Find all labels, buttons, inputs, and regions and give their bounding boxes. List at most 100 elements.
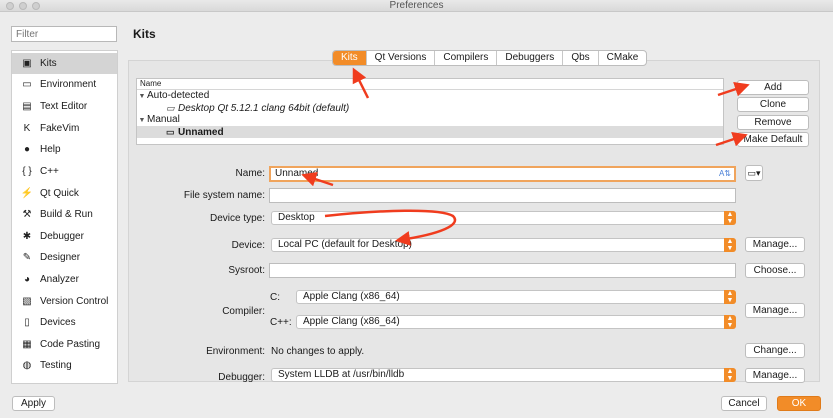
- monitor-icon: ▭▾: [747, 168, 761, 178]
- apply-button[interactable]: Apply: [12, 396, 55, 411]
- tree-group-label: Manual: [147, 114, 180, 125]
- sidebar-item-label: Analyzer: [40, 274, 79, 285]
- code-pasting-icon: ▦: [22, 339, 32, 350]
- chevron-updown-icon: ▲ ▼: [724, 290, 736, 304]
- environment-label: Environment:: [206, 346, 265, 357]
- tree-group-auto-detected[interactable]: ▼ Auto-detected: [137, 90, 723, 102]
- add-kit-button[interactable]: Add: [737, 80, 809, 95]
- bug-icon: ✱: [22, 231, 32, 242]
- monitor-icon: ▭: [166, 103, 175, 113]
- sidebar-item-label: Kits: [40, 58, 57, 69]
- tree-group-manual[interactable]: ▼ Manual: [137, 114, 723, 126]
- variable-chooser-icon[interactable]: A⇅: [719, 168, 731, 179]
- sidebar-item-help[interactable]: ● Help: [12, 139, 117, 160]
- kit-tree: Name ▼ Auto-detected ▭ Desktop Qt 5.12.1 c…: [136, 78, 724, 145]
- sidebar-item-debugger[interactable]: ✱ Debugger: [12, 226, 117, 247]
- kit-row-desktop-qt[interactable]: ▭ Desktop Qt 5.12.1 clang 64bit (default): [137, 102, 723, 114]
- monitor-icon: ▭: [166, 127, 175, 137]
- sidebar-item-label: Environment: [40, 79, 97, 90]
- window-title: Preferences: [389, 0, 444, 11]
- tab-debuggers[interactable]: Debuggers: [497, 51, 564, 65]
- text-editor-icon: ▤: [22, 101, 32, 112]
- sidebar-item-label: Qt Quick: [40, 188, 79, 199]
- device-type-label: Device type:: [209, 213, 265, 224]
- c-compiler-value: Apple Clang (x86_64): [303, 291, 400, 302]
- devices-icon: ▯: [24, 317, 30, 328]
- sidebar-item-analyzer[interactable]: ◕ Analyzer: [12, 269, 117, 290]
- device-select[interactable]: Local PC (default for Desktop) ▲ ▼: [271, 238, 736, 252]
- sidebar-item-version-control[interactable]: ▧ Version Control: [12, 291, 117, 312]
- cpp-compiler-select[interactable]: Apple Clang (x86_64) ▲ ▼: [296, 315, 736, 329]
- pencil-icon: ✎: [22, 252, 32, 263]
- name-label: Name:: [235, 168, 265, 179]
- sidebar-item-kits[interactable]: ▣ Kits: [12, 53, 117, 74]
- tab-bar: Kits Qt Versions Compilers Debuggers Qbs…: [332, 50, 648, 66]
- sidebar-item-cpp[interactable]: { } C++: [12, 161, 117, 182]
- manage-debuggers-button[interactable]: Manage...: [745, 368, 805, 383]
- sidebar-item-code-pasting[interactable]: ▦ Code Pasting: [12, 334, 117, 355]
- analyzer-icon: ◕: [23, 274, 31, 285]
- tab-qbs[interactable]: Qbs: [563, 51, 599, 65]
- chevron-updown-icon: ▲ ▼: [724, 238, 736, 252]
- sidebar-item-fakevim[interactable]: K FakeVim: [12, 118, 117, 139]
- debugger-select[interactable]: System LLDB at /usr/bin/lldb ▲ ▼: [271, 368, 736, 382]
- make-default-button[interactable]: Make Default: [737, 132, 809, 147]
- manage-compilers-button[interactable]: Manage...: [745, 303, 805, 318]
- sidebar-item-designer[interactable]: ✎ Designer: [12, 247, 117, 268]
- sidebar-item-label: FakeVim: [40, 123, 80, 134]
- sidebar-item-testing[interactable]: ◍ Testing: [12, 355, 117, 376]
- sidebar-item-environment[interactable]: ▭ Environment: [12, 74, 117, 95]
- sidebar-item-devices[interactable]: ▯ Devices: [12, 312, 117, 333]
- clone-kit-button[interactable]: Clone: [737, 97, 809, 112]
- change-environment-button[interactable]: Change...: [745, 343, 805, 358]
- sidebar-item-text-editor[interactable]: ▤ Text Editor: [12, 96, 117, 117]
- device-type-select[interactable]: Desktop ▲ ▼: [271, 211, 736, 225]
- ok-button[interactable]: OK: [777, 396, 821, 411]
- kit-icon-picker-button[interactable]: ▭▾: [745, 165, 763, 181]
- device-value: Local PC (default for Desktop): [278, 239, 412, 250]
- file-system-name-field[interactable]: [269, 188, 736, 203]
- kit-row-unnamed[interactable]: ▭ Unnamed: [137, 126, 723, 138]
- tree-group-label: Auto-detected: [147, 90, 210, 101]
- sidebar-item-qt-quick[interactable]: ⚡ Qt Quick: [12, 183, 117, 204]
- kit-label: Desktop Qt 5.12.1 clang 64bit (default): [178, 103, 350, 114]
- testing-icon: ◍: [22, 360, 32, 371]
- chevron-updown-icon: ▲ ▼: [724, 315, 736, 329]
- cancel-button[interactable]: Cancel: [721, 396, 767, 411]
- kit-label: Unnamed: [178, 127, 224, 138]
- sidebar-item-build-run[interactable]: ⚒ Build & Run: [12, 204, 117, 225]
- sidebar-item-label: Testing: [40, 360, 72, 371]
- sidebar-item-label: Designer: [40, 252, 81, 263]
- column-header-name[interactable]: Name: [137, 79, 723, 90]
- choose-sysroot-button[interactable]: Choose...: [745, 263, 805, 278]
- tab-compilers[interactable]: Compilers: [435, 51, 498, 65]
- file-system-name-label: File system name:: [183, 190, 265, 201]
- debugger-label: Debugger:: [218, 372, 265, 383]
- qt-quick-icon: ⚡: [20, 188, 34, 199]
- chevron-updown-icon: ▲ ▼: [724, 211, 736, 225]
- sysroot-field[interactable]: [269, 263, 736, 278]
- sidebar-item-label: C++: [40, 166, 59, 177]
- filter-input[interactable]: [11, 26, 117, 42]
- help-icon: ●: [23, 144, 31, 155]
- remove-kit-button[interactable]: Remove: [737, 115, 809, 130]
- cpp-compiler-value: Apple Clang (x86_64): [303, 316, 400, 327]
- cpp-compiler-label: C++:: [270, 317, 292, 328]
- compiler-label: Compiler:: [222, 306, 265, 317]
- tab-kits[interactable]: Kits: [333, 51, 367, 65]
- debugger-value: System LLDB at /usr/bin/lldb: [278, 369, 405, 380]
- device-type-value: Desktop: [278, 212, 315, 223]
- kits-icon: ▣: [22, 58, 32, 69]
- tab-qt-versions[interactable]: Qt Versions: [367, 51, 436, 65]
- c-compiler-select[interactable]: Apple Clang (x86_64) ▲ ▼: [296, 290, 736, 304]
- name-field[interactable]: Unnamed A⇅: [269, 166, 736, 182]
- sysroot-label: Sysroot:: [228, 265, 265, 276]
- hammer-icon: ⚒: [22, 209, 32, 220]
- version-control-icon: ▧: [22, 296, 32, 307]
- tab-cmake[interactable]: CMake: [599, 51, 647, 65]
- sidebar-item-label: Build & Run: [40, 209, 93, 220]
- sidebar: ▣ Kits ▭ Environment ▤ Text Editor K FakeVim…: [11, 50, 118, 384]
- sidebar-item-label: Debugger: [40, 231, 84, 242]
- manage-devices-button[interactable]: Manage...: [745, 237, 805, 252]
- sidebar-item-label: Devices: [40, 317, 76, 328]
